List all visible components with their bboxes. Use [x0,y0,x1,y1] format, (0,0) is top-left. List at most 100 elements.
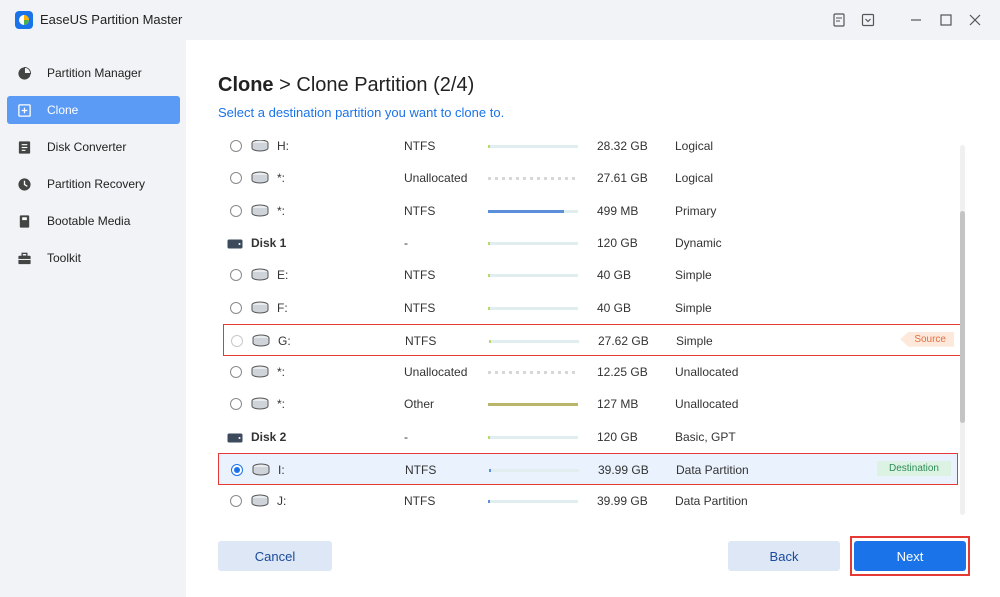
partition-name: I: [278,463,285,477]
sidebar-item-disk-converter[interactable]: Disk Converter [7,133,180,161]
partition-filesystem: Other [404,397,435,412]
sidebar-item-label: Partition Manager [47,66,142,80]
breadcrumb-separator: > [279,74,291,96]
sidebar-item-partition-recovery[interactable]: Partition Recovery [7,170,180,198]
usage-bar-fill [488,274,490,278]
partition-radio[interactable] [230,140,242,152]
partition-radio[interactable] [230,172,242,185]
partition-type: Data Partition [675,494,748,509]
usage-bar-fill [489,339,491,343]
disk-converter-icon [16,139,32,155]
usage-bar-fill [488,403,578,407]
partition-type: Unallocated [675,397,739,412]
partition-size: 12.25 GB [597,365,648,380]
partition-drive-icon [251,365,269,379]
partition-size: 499 MB [597,203,639,218]
partition-name: *: [277,171,286,186]
partition-name: J: [277,494,287,509]
close-icon[interactable] [965,10,985,30]
partition-filesystem: NTFS [404,494,436,509]
app-logo-icon [15,11,33,29]
partition-type: Unallocated [675,365,739,380]
partition-radio[interactable] [231,464,243,476]
sidebar-item-toolkit[interactable]: Toolkit [7,244,180,272]
disk-icon [227,238,243,249]
dropdown-menu-icon[interactable] [858,10,878,30]
partition-row[interactable]: *: Unallocated 12.25 GB Unallocated [218,356,958,388]
scrollbar[interactable] [960,145,965,515]
pie-chart-icon [16,65,32,81]
partition-size: 40 GB [597,300,632,315]
partition-radio[interactable] [230,269,242,282]
partition-name: *: [277,397,286,412]
partition-radio[interactable] [230,301,242,314]
sidebar-item-partition-manager[interactable]: Partition Manager [7,59,180,87]
app-title: EaseUS Partition Master [40,12,183,27]
usage-bar-fill [489,469,491,472]
partition-row[interactable]: H: NTFS 28.32 GB Logical [218,140,958,162]
partition-row[interactable]: I: NTFS 39.99 GB Data Partition Destination [218,453,958,485]
partition-filesystem: NTFS [405,463,437,477]
partition-row[interactable]: *: Other 127 MB Unallocated [218,388,958,420]
partition-drive-icon [252,334,270,348]
partition-type: Simple [675,300,712,315]
sidebar-item-label: Toolkit [47,251,82,265]
disk-row: Disk 2 - 120 GB Basic, GPT [218,421,958,453]
usage-bar [488,274,578,278]
usage-bar [488,306,578,310]
partition-radio[interactable] [230,495,242,508]
partition-radio[interactable] [231,334,243,347]
partition-row[interactable]: F: NTFS 40 GB Simple [218,292,958,324]
breadcrumb-step: Clone Partition (2/4) [296,74,475,96]
partition-size: 120 GB [597,235,638,250]
partition-radio[interactable] [230,204,242,217]
partition-name: E: [277,268,289,283]
partition-row[interactable]: E: NTFS 40 GB Simple [218,259,958,291]
partition-radio[interactable] [230,366,242,379]
main-panel: Clone > Clone Partition (2/4) Select a d… [186,40,1000,597]
cancel-button[interactable]: Cancel [218,541,332,571]
partition-row[interactable]: *: Unallocated 27.61 GB Logical [218,162,958,194]
scrollbar-thumb[interactable] [960,211,965,423]
source-badge: Source [900,331,954,347]
usage-bar-fill [488,241,490,245]
maximize-icon[interactable] [936,10,956,30]
partition-row[interactable]: J: NTFS 39.99 GB Data Partition [218,485,958,517]
sidebar-item-clone[interactable]: Clone [7,96,180,124]
partition-filesystem: Unallocated [404,171,468,186]
partition-filesystem: NTFS [404,300,436,315]
partition-size: 127 MB [597,397,639,412]
partition-drive-icon [251,204,269,218]
partition-drive-icon [251,494,269,508]
sidebar-item-label: Bootable Media [47,214,131,228]
usage-bar [489,469,579,472]
partition-type: Dynamic [675,235,722,250]
minimize-icon[interactable] [906,10,926,30]
feedback-icon[interactable] [829,10,849,30]
page-title: Clone > Clone Partition (2/4) [218,74,474,97]
sidebar-item-label: Partition Recovery [47,177,146,191]
partition-type: Simple [675,268,712,283]
usage-bar [488,403,578,407]
usage-bar-fill [488,500,490,504]
partition-size: 28.32 GB [597,140,648,153]
partition-row[interactable]: G: NTFS 27.62 GB Simple Source [223,323,961,356]
partition-size: 39.99 GB [598,463,649,477]
partition-row[interactable]: *: NTFS 499 MB Primary [218,195,958,227]
sidebar: Partition Manager Clone Disk Converter P… [0,40,186,597]
usage-bar-fill [488,209,564,213]
partition-name: *: [277,365,286,380]
partition-drive-icon [252,463,270,477]
partition-type: Primary [675,203,717,218]
sidebar-item-bootable-media[interactable]: Bootable Media [7,207,180,235]
page-subtitle: Select a destination partition you want … [218,105,505,120]
back-button[interactable]: Back [728,541,840,571]
partition-size: 27.62 GB [598,333,649,348]
next-button[interactable]: Next [854,541,966,571]
partition-name: Disk 1 [251,235,287,250]
partition-size: 27.61 GB [597,171,648,186]
partition-filesystem: NTFS [404,140,436,153]
partition-size: 39.99 GB [597,494,648,509]
partition-drive-icon [251,397,269,411]
partition-radio[interactable] [230,398,242,411]
